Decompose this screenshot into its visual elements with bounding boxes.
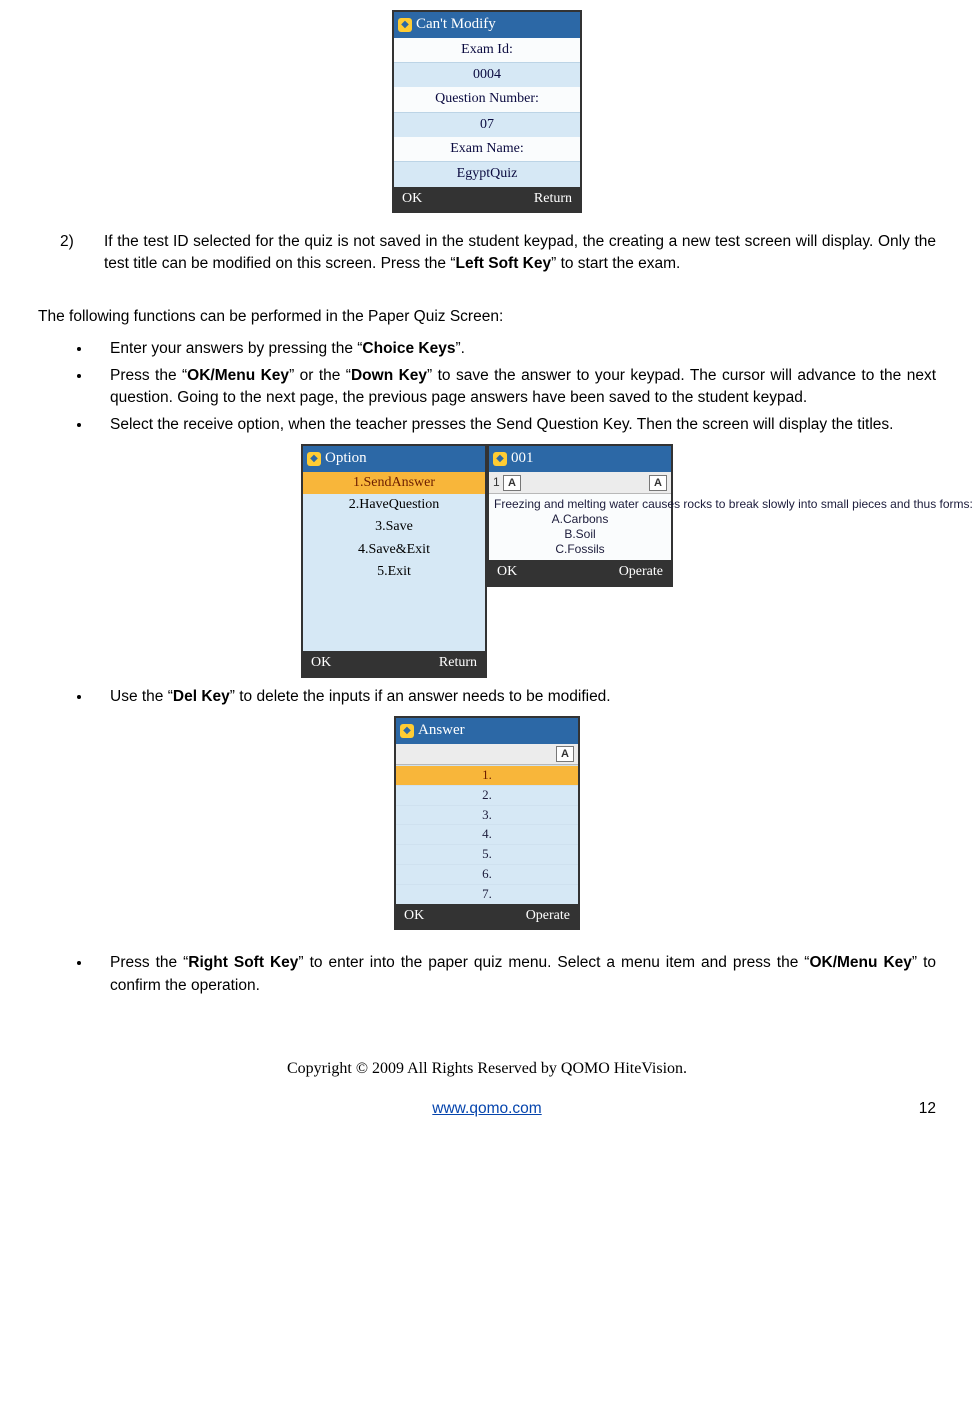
option-save[interactable]: 3.Save [303, 516, 485, 538]
examid-value: 0004 [394, 63, 580, 87]
phone2b-softbar: OK Operate [489, 560, 671, 584]
answer-row-7[interactable]: 7. [396, 884, 578, 904]
phone-question: ◆ 001 1 A A Freezing and melting water c… [487, 444, 673, 586]
phone-answer: ◆ Answer A 1. 2. 3. 4. 5. 6. 7. OK Opera… [394, 716, 580, 930]
examname-label: Exam Name: [394, 137, 580, 162]
answer-row-5[interactable]: 5. [396, 844, 578, 864]
q-opt-c: C.Fossils [494, 542, 666, 557]
qnum-label: Question Number: [394, 87, 580, 112]
phone2a-softbar: OK Return [303, 651, 485, 675]
softkey-operate[interactable]: Operate [526, 906, 570, 926]
page-number: 12 [919, 1098, 936, 1120]
phone-cant-modify: ◆ Can't Modify Exam Id: 0004 Question Nu… [392, 10, 582, 213]
step-2-text: If the test ID selected for the quiz is … [104, 231, 936, 276]
step2-bold: Left Soft Key [456, 255, 552, 272]
q-text: Freezing and melting water causes rocks … [494, 497, 666, 512]
app-icon: ◆ [307, 452, 321, 466]
website-link[interactable]: www.qomo.com [432, 1098, 541, 1120]
answer-row-2[interactable]: 2. [396, 785, 578, 805]
app-icon: ◆ [493, 452, 507, 466]
question-header: 1 A A [489, 472, 671, 494]
answer-rows: 1. 2. 3. 4. 5. 6. 7. [396, 765, 578, 904]
copyright: Copyright © 2009 All Rights Reserved by … [38, 1057, 936, 1080]
answer-row-1[interactable]: 1. [396, 765, 578, 785]
phone3-titlebar: ◆ Answer [396, 718, 578, 744]
softkey-return[interactable]: Return [534, 189, 572, 209]
answer-row-6[interactable]: 6. [396, 864, 578, 884]
bullet-del-key: Use the “Del Key” to delete the inputs i… [92, 686, 936, 708]
bullet-choice-keys: Enter your answers by pressing the “Choi… [92, 338, 936, 360]
phone1-title: Can't Modify [416, 14, 496, 36]
phone2a-titlebar: ◆ Option [303, 446, 485, 472]
phone2b-titlebar: ◆ 001 [489, 446, 671, 472]
softkey-operate[interactable]: Operate [619, 562, 663, 582]
option-list: 1.SendAnswer 2.HaveQuestion 3.Save 4.Sav… [303, 472, 485, 651]
bullet-right-soft-key: Press the “Right Soft Key” to enter into… [92, 952, 936, 997]
examname-value: EgyptQuiz [394, 162, 580, 186]
phone3-title: Answer [418, 720, 465, 742]
q-number: 1 [493, 475, 500, 489]
phone2a-title: Option [325, 448, 367, 470]
answer-row-4[interactable]: 4. [396, 824, 578, 844]
option-saveexit[interactable]: 4.Save&Exit [303, 539, 485, 561]
softkey-return[interactable]: Return [439, 653, 477, 673]
softkey-ok[interactable]: OK [402, 189, 422, 209]
q-opt-a: A.Carbons [494, 512, 666, 527]
answer-badge: A [556, 746, 574, 762]
phone3-softbar: OK Operate [396, 904, 578, 928]
q-answer-badge: A [649, 475, 667, 491]
phone2b-title: 001 [511, 448, 534, 470]
app-icon: ◆ [398, 18, 412, 32]
examid-label: Exam Id: [394, 38, 580, 63]
answer-row-3[interactable]: 3. [396, 805, 578, 825]
question-body: Freezing and melting water causes rocks … [489, 494, 671, 560]
answer-header: A [396, 744, 578, 765]
intro-text: The following functions can be performed… [38, 306, 936, 328]
bullet-ok-menu: Press the “OK/Menu Key” or the “Down Key… [92, 365, 936, 410]
option-havequestion[interactable]: 2.HaveQuestion [303, 494, 485, 516]
q-opt-b: B.Soil [494, 527, 666, 542]
option-exit[interactable]: 5.Exit [303, 561, 485, 583]
phone1-softbar: OK Return [394, 187, 580, 211]
app-icon: ◆ [400, 724, 414, 738]
step-2: 2) If the test ID selected for the quiz … [60, 231, 936, 276]
softkey-ok[interactable]: OK [404, 906, 424, 926]
step2-text-b: ” to start the exam. [551, 255, 680, 272]
option-sendanswer[interactable]: 1.SendAnswer [303, 472, 485, 494]
softkey-ok[interactable]: OK [497, 562, 517, 582]
phone-option: ◆ Option 1.SendAnswer 2.HaveQuestion 3.S… [301, 444, 487, 678]
q-mode: A [503, 475, 521, 491]
step-2-num: 2) [60, 231, 82, 276]
qnum-value: 07 [394, 113, 580, 137]
bullet-receive: Select the receive option, when the teac… [92, 414, 936, 436]
softkey-ok[interactable]: OK [311, 653, 331, 673]
phone1-titlebar: ◆ Can't Modify [394, 12, 580, 38]
